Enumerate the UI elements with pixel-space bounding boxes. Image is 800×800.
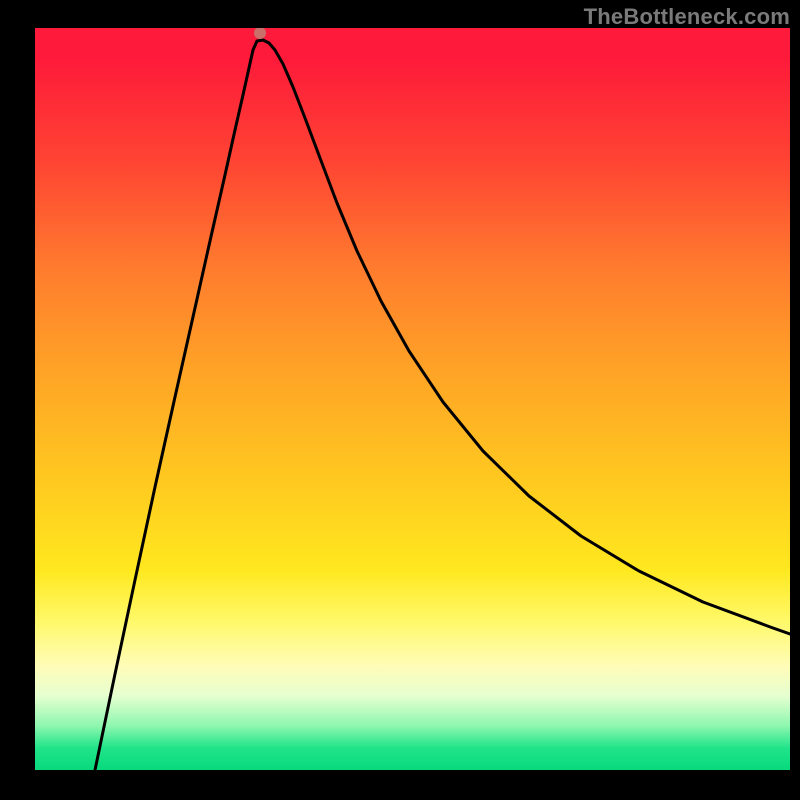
chart-frame: TheBottleneck.com: [0, 0, 800, 800]
curve-svg: [35, 28, 790, 770]
plot-area: [35, 28, 790, 770]
curve-line: [95, 40, 790, 770]
watermark-text: TheBottleneck.com: [584, 4, 790, 30]
